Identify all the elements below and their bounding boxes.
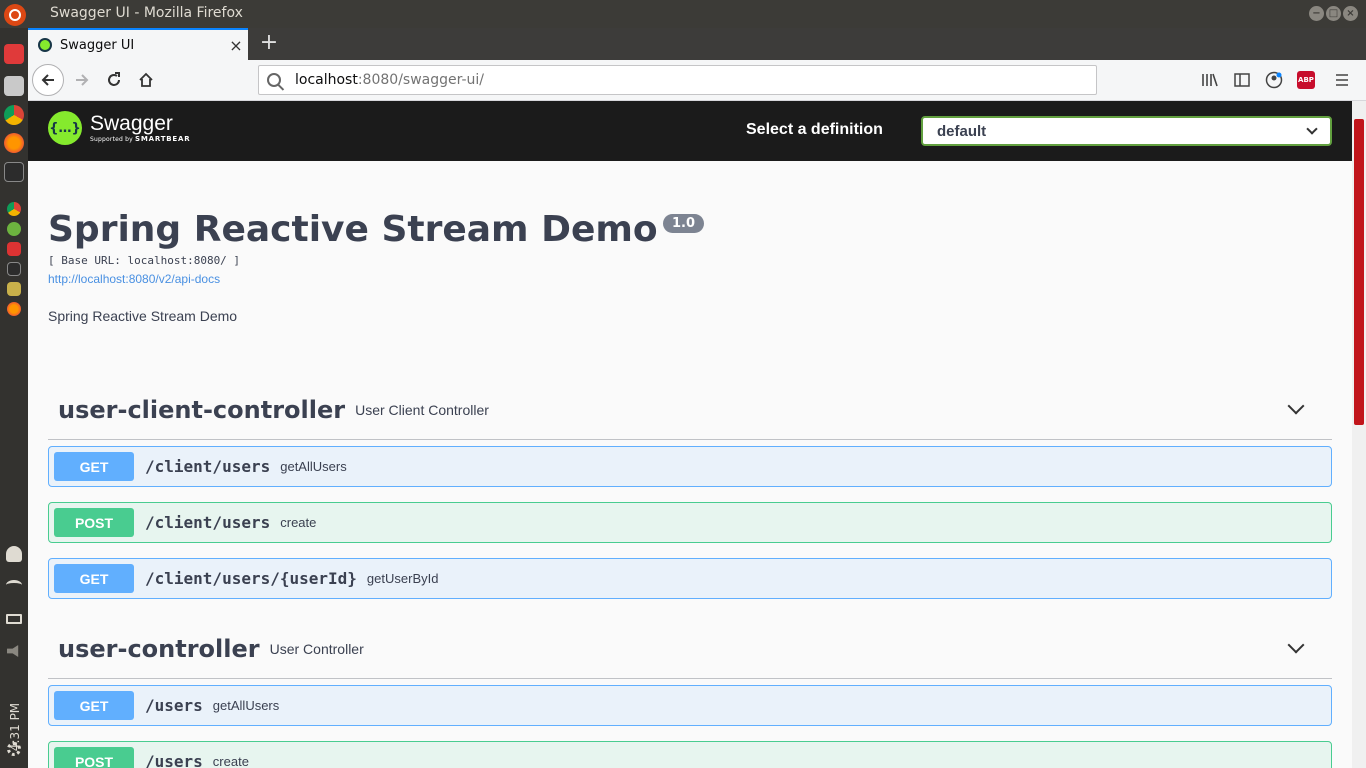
operation-path: /users — [145, 752, 203, 768]
url-bar[interactable]: localhost:8080/swagger-ui/ — [258, 65, 1097, 95]
forward-arrow-icon — [76, 74, 89, 86]
operation-get-client-users[interactable]: GET /client/users getAllUsers — [48, 446, 1332, 487]
home-button[interactable] — [130, 64, 162, 96]
maximize-button[interactable]: □ — [1326, 6, 1341, 21]
presentation-app-icon[interactable] — [7, 242, 21, 256]
operation-summary: getUserById — [366, 571, 439, 586]
sidebar-button[interactable] — [1228, 66, 1256, 94]
chrome-app-icon[interactable] — [4, 105, 24, 125]
url-text: localhost:8080/swagger-ui/ — [295, 72, 485, 88]
api-title: Spring Reactive Stream Demo — [48, 209, 658, 250]
account-button[interactable] — [1260, 66, 1288, 94]
tag-name: user-controller — [58, 635, 260, 663]
tag-user-controller[interactable]: user-controller User Controller — [48, 619, 1332, 679]
window-title: Swagger UI - Mozilla Firefox — [50, 5, 243, 21]
base-url: [ Base URL: localhost:8080/ ] — [48, 254, 241, 267]
tab-bar: Swagger UI × + — [28, 28, 1366, 60]
operation-post-users[interactable]: POST /users create — [48, 741, 1332, 768]
version-badge: 1.0 — [663, 214, 705, 233]
api-description: Spring Reactive Stream Demo — [48, 308, 238, 324]
archive-app-icon[interactable] — [4, 76, 24, 96]
api-docs-link[interactable]: http://localhost:8080/v2/api-docs — [48, 272, 220, 286]
ubuntu-logo-icon[interactable] — [4, 4, 26, 26]
tag-description: User Controller — [269, 641, 364, 657]
volume-muted-icon[interactable] — [7, 645, 19, 657]
tab-swagger-ui[interactable]: Swagger UI × — [28, 28, 248, 60]
method-badge: POST — [54, 747, 134, 768]
adblock-plus-button[interactable]: ABP — [1292, 66, 1320, 94]
close-window-button[interactable]: × — [1343, 6, 1358, 21]
back-arrow-icon — [41, 74, 54, 86]
operation-path: /users — [145, 696, 203, 715]
definition-value: default — [937, 122, 987, 140]
operation-summary: create — [212, 754, 249, 768]
tab-title: Swagger UI — [60, 37, 135, 53]
swagger-favicon-icon — [38, 38, 52, 52]
hamburger-menu-icon — [1336, 74, 1348, 86]
tag-user-client-controller[interactable]: user-client-controller User Client Contro… — [48, 380, 1332, 440]
back-button[interactable] — [32, 64, 64, 96]
tag-name: user-client-controller — [58, 396, 346, 424]
notification-bell-icon[interactable] — [6, 546, 22, 562]
battery-icon[interactable] — [6, 614, 22, 624]
text-editor-icon[interactable] — [7, 282, 21, 296]
operation-path: /client/users/{userId} — [145, 569, 357, 588]
minimize-button[interactable]: − — [1309, 6, 1324, 21]
files-app-icon[interactable] — [4, 44, 24, 64]
method-badge: GET — [54, 564, 134, 593]
terminal-app-icon[interactable] — [4, 162, 24, 182]
terminal-small-icon[interactable] — [7, 262, 21, 276]
home-icon — [139, 72, 153, 87]
chrome-small-icon[interactable] — [7, 202, 21, 216]
operation-summary: create — [280, 515, 317, 530]
operation-summary: getAllUsers — [280, 459, 347, 474]
operation-summary: getAllUsers — [212, 698, 280, 713]
swagger-logo-text: Swagger Supported by SMARTBEAR — [90, 112, 191, 144]
page-scrollbar[interactable] — [1352, 101, 1366, 768]
new-tab-button[interactable]: + — [256, 30, 282, 58]
sidebar-icon — [1234, 73, 1250, 87]
method-badge: GET — [54, 452, 134, 481]
library-button[interactable] — [1196, 66, 1224, 94]
wifi-icon[interactable] — [6, 580, 22, 590]
method-badge: GET — [54, 691, 134, 720]
adblock-plus-icon: ABP — [1297, 71, 1315, 89]
menu-button[interactable] — [1324, 66, 1360, 94]
page-viewport: {…} Swagger Supported by SMARTBEAR Selec… — [28, 101, 1352, 768]
operation-path: /client/users — [145, 457, 271, 476]
operation-get-client-user-by-id[interactable]: GET /client/users/{userId} getUserById — [48, 558, 1332, 599]
chevron-down-icon — [1306, 123, 1318, 135]
window-controls: − □ × — [1309, 6, 1358, 21]
chevron-down-icon[interactable] — [1287, 397, 1305, 415]
definition-label: Select a definition — [746, 121, 883, 138]
method-badge: POST — [54, 508, 134, 537]
operation-post-client-users[interactable]: POST /client/users create — [48, 502, 1332, 543]
launcher: 4:31 PM — [0, 28, 28, 768]
firefox-small-icon[interactable] — [7, 302, 21, 316]
tab-close-button[interactable]: × — [224, 36, 248, 55]
account-icon — [1265, 71, 1283, 89]
search-icon — [267, 73, 281, 87]
scrollbar-thumb[interactable] — [1354, 119, 1364, 425]
forward-button[interactable] — [66, 64, 98, 96]
swagger-topbar: {…} Swagger Supported by SMARTBEAR Selec… — [28, 101, 1352, 161]
operation-get-users[interactable]: GET /users getAllUsers — [48, 685, 1332, 726]
toolbar-right: ABP — [1196, 64, 1360, 96]
operation-path: /client/users — [145, 513, 271, 532]
reload-button[interactable] — [98, 64, 130, 96]
tag-description: User Client Controller — [355, 402, 489, 418]
swagger-logo[interactable]: {…} Swagger Supported by SMARTBEAR — [48, 111, 190, 145]
reload-icon — [108, 72, 120, 86]
navigation-toolbar: localhost:8080/swagger-ui/ ABP — [28, 60, 1366, 101]
definition-select[interactable]: default — [921, 116, 1332, 146]
settings-gear-icon[interactable] — [7, 742, 21, 756]
chevron-down-icon[interactable] — [1287, 636, 1305, 654]
library-icon — [1202, 73, 1218, 87]
window-titlebar: Swagger UI - Mozilla Firefox − □ × — [0, 0, 1366, 28]
spring-app-icon[interactable] — [7, 222, 21, 236]
swagger-logo-icon: {…} — [48, 111, 82, 145]
firefox-app-icon[interactable] — [4, 133, 24, 153]
